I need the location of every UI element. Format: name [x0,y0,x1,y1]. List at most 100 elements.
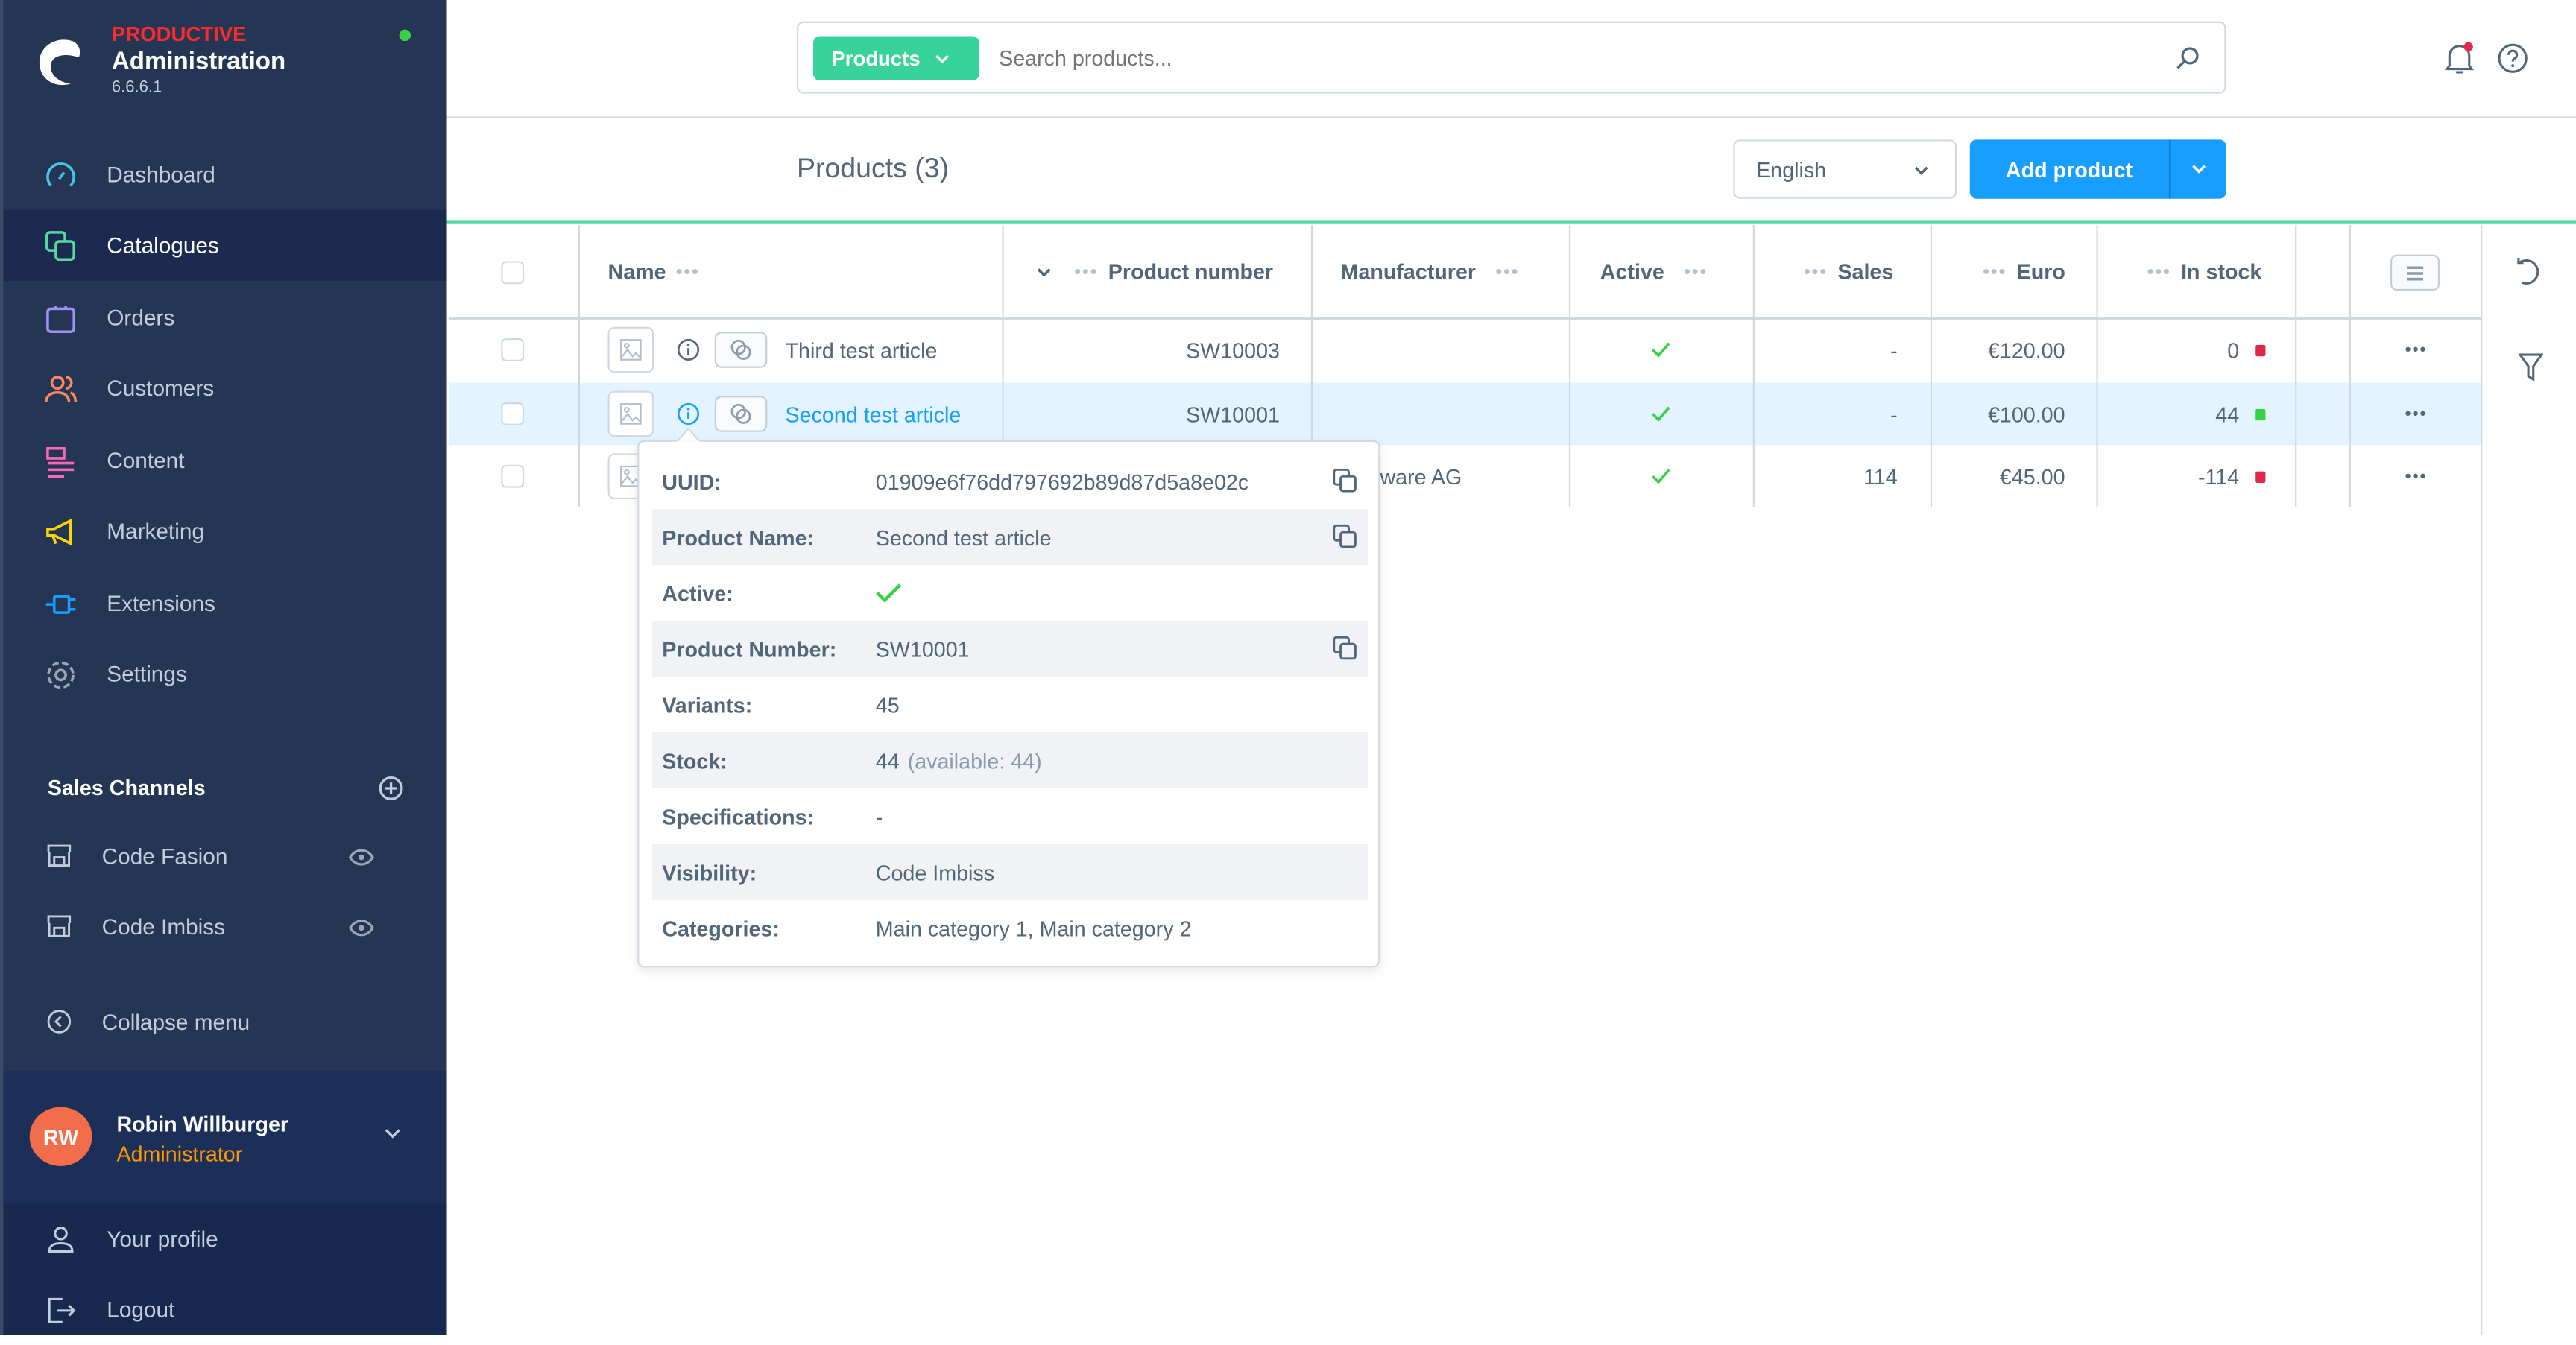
popover-row-number: Product Number: SW10001 [652,621,1369,677]
notification-bell-icon[interactable] [2443,41,2475,74]
row-actions-button[interactable]: ••• [2405,383,2428,446]
copy-icon[interactable] [1333,468,1359,494]
table-row[interactable]: Third test article SW10003 - €120.00 0 ••• [449,319,2481,382]
column-header-active[interactable]: Active ••• [1600,225,1718,319]
price: €45.00 [1999,463,2065,489]
sidebar-item-extensions[interactable]: Extensions [3,569,446,639]
price: €120.00 [1987,337,2065,363]
language-select[interactable]: English [1733,139,1957,199]
table-row[interactable]: Second test article SW10001 - €100.00 44 ••• [449,383,2481,446]
eye-icon[interactable] [348,844,374,870]
field-label: Active: [662,580,733,606]
column-settings-button[interactable] [2390,254,2440,291]
status-indicator [399,29,411,42]
column-header-in-stock[interactable]: ••• In stock [2138,225,2262,319]
plug-icon [45,594,76,613]
variants-button[interactable] [714,396,768,432]
column-header-sales[interactable]: ••• Sales [1794,225,1893,319]
price: €100.00 [1987,401,2065,426]
column-options-icon[interactable]: ••• [2147,262,2171,282]
row-checkbox[interactable] [501,338,525,361]
sidebar-item-customers[interactable]: Customers [3,353,446,424]
stock-status-indicator [2255,408,2266,420]
column-header-product-number[interactable]: ••• Product number [1037,225,1273,319]
sidebar-item-settings[interactable]: Settings [3,639,446,709]
page-title: Products (3) [796,152,950,184]
column-options-icon[interactable]: ••• [1804,262,1828,282]
search-type-dropdown[interactable]: Products [813,36,979,81]
copy-icon[interactable] [1333,524,1359,550]
user-role: Administrator [116,1141,243,1166]
column-options-icon[interactable]: ••• [1983,262,2007,282]
product-name-link[interactable]: Second test article [786,383,962,446]
checkmark-icon [1652,469,1670,484]
categories-value: Main category 1, Main category 2 [875,915,1192,940]
column-header-manufacturer[interactable]: Manufacturer ••• [1341,225,1530,319]
column-label: Manufacturer [1340,259,1477,285]
column-options-icon[interactable]: ••• [1074,262,1098,282]
logout-link[interactable]: Logout [3,1274,446,1345]
avatar: RW [29,1107,92,1166]
sales-channel-label: Code Fasion [101,843,228,868]
sales: 114 [1863,463,1898,489]
row-checkbox[interactable] [501,402,525,425]
add-sales-channel-icon[interactable] [378,775,404,801]
info-icon[interactable] [677,338,700,361]
filter-icon[interactable] [2518,353,2543,382]
sidebar-item-catalogues[interactable]: Catalogues [3,210,447,281]
stock-status-indicator [2255,344,2266,356]
column-header-euro[interactable]: ••• Euro [1973,225,2065,319]
row-checkbox[interactable] [501,464,525,488]
shopware-logo [39,39,80,86]
chevron-left-circle-icon [47,1010,72,1034]
popover-row-name: Product Name: Second test article [652,509,1369,566]
add-product-button[interactable]: Add product [1969,139,2169,199]
column-header-name[interactable]: Name ••• [608,225,710,319]
collapse-menu-label: Collapse menu [101,1009,250,1034]
your-profile-link[interactable]: Your profile [3,1204,446,1275]
user-name: Robin Willburger [116,1112,289,1137]
sidebar-item-marketing[interactable]: Marketing [3,496,446,567]
collapse-menu-button[interactable]: Collapse menu [3,989,446,1054]
stock: -114 [2197,463,2240,489]
copy-icon[interactable] [1333,636,1359,662]
sidebar-item-content[interactable]: Content [3,425,446,496]
product-name-link[interactable]: Third test article [786,319,938,382]
sales-channel-code-fasion[interactable]: Code Fasion [3,823,446,888]
refresh-icon[interactable] [2517,258,2543,288]
product-number: SW10001 [1186,401,1280,426]
search-type-label: Products [831,46,921,70]
search-input[interactable] [999,36,2116,81]
column-label: In stock [2181,259,2262,285]
row-actions-button[interactable]: ••• [2405,445,2428,507]
row-actions-button[interactable]: ••• [2405,319,2428,382]
sidebar-item-label: Settings [107,662,187,687]
column-options-icon[interactable]: ••• [1496,262,1520,282]
sales: - [1890,337,1898,363]
variants-button[interactable] [714,332,768,368]
manufacturer: ware AG [1380,463,1462,489]
add-product-dropdown-button[interactable] [2168,139,2226,199]
sales-channel-code-imbiss[interactable]: Code Imbiss [3,893,446,959]
popover-row-uuid: UUID: 01909e6f76dd797692b89d87d5a8e02c [652,453,1368,509]
eye-icon[interactable] [348,915,374,941]
column-options-icon[interactable]: ••• [676,262,700,282]
sidebar-item-orders[interactable]: Orders [3,282,446,353]
select-all-checkbox[interactable] [501,260,525,284]
info-icon[interactable] [677,402,700,425]
variants-icon [730,340,751,360]
sidebar-item-label: Extensions [107,591,215,616]
column-label: Euro [2016,259,2065,285]
help-icon[interactable] [2497,42,2528,74]
user-menu[interactable]: RW Robin Willburger Administrator [3,1071,447,1204]
field-label: Visibility: [662,859,757,884]
column-label: Product number [1108,259,1274,285]
sidebar-item-dashboard[interactable]: Dashboard [3,139,446,210]
sales: - [1890,401,1898,426]
column-options-icon[interactable]: ••• [1684,262,1708,282]
gear-icon [47,660,75,689]
megaphone-icon [46,517,72,545]
field-label: Product Name: [662,525,815,550]
search-icon[interactable] [2175,46,2200,71]
visibility-value: Code Imbiss [875,859,995,884]
